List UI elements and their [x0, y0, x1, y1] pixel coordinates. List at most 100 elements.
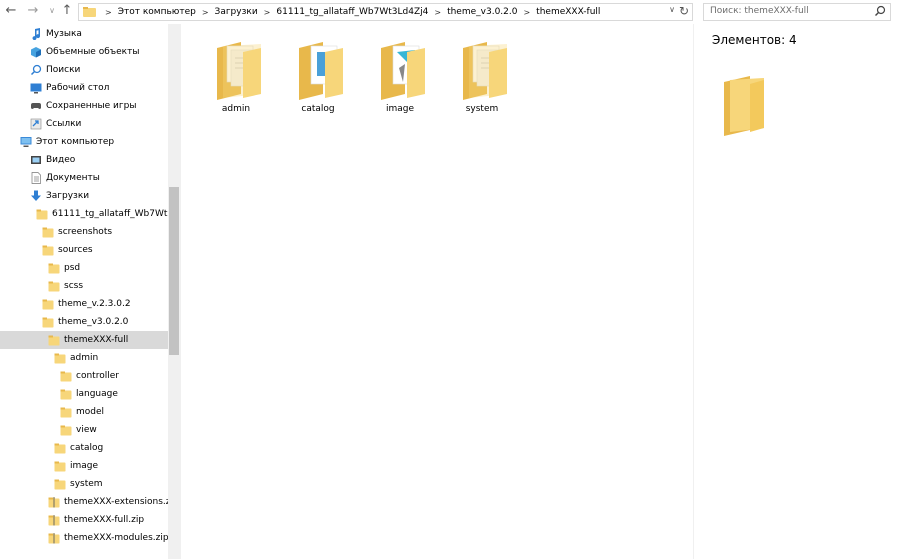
- sidebar-item-catalog[interactable]: catalog: [0, 439, 168, 457]
- breadcrumb-separator[interactable]: >: [105, 8, 112, 17]
- sidebar-item-image[interactable]: image: [0, 457, 168, 475]
- sidebar-item-музыка[interactable]: Музыка: [0, 25, 168, 43]
- folder-icon: [48, 262, 60, 274]
- breadcrumb-theme[interactable]: theme_v3.0.2.0: [447, 7, 517, 17]
- sidebar-item-видео[interactable]: Видео: [0, 151, 168, 169]
- sidebar-item-label: Музыка: [46, 29, 82, 39]
- arrow-right-icon: →: [27, 3, 39, 18]
- sidebar-item-label: Сохраненные игры: [46, 101, 137, 111]
- details-pane: Элементов: 4: [693, 24, 900, 559]
- sidebar-item-screenshots[interactable]: screenshots: [0, 223, 168, 241]
- folder-icon: [42, 244, 54, 256]
- sidebar-item-label: theme_v.2.3.0.2: [58, 299, 131, 309]
- breadcrumb-project[interactable]: 61111_tg_allataff_Wb7Wt3Ld4Zj4: [276, 7, 428, 17]
- sidebar-item-label: Рабочий стол: [46, 83, 110, 93]
- breadcrumb-separator[interactable]: >: [523, 8, 530, 17]
- sidebar-item-sources[interactable]: sources: [0, 241, 168, 259]
- breadcrumb-separator[interactable]: >: [264, 8, 271, 17]
- sidebar-item-ссылки[interactable]: Ссылки: [0, 115, 168, 133]
- breadcrumb-this-pc[interactable]: Этот компьютер: [118, 7, 196, 17]
- folder-icon: [463, 42, 507, 100]
- sidebar-item-61111-tg-allataff-wb7wt3ld4[interactable]: 61111_tg_allataff_Wb7Wt3Ld4: [0, 205, 168, 223]
- folder-icon: [60, 388, 72, 400]
- sidebar-item-theme-v3-0-2-0[interactable]: theme_v3.0.2.0: [0, 313, 168, 331]
- folder-tile-label: admin: [221, 104, 251, 114]
- folder-tile-image[interactable]: image: [365, 36, 435, 122]
- folder-tile-label: system: [465, 104, 499, 114]
- sidebar-item-рабочий-стол[interactable]: Рабочий стол: [0, 79, 168, 97]
- folder-icon: [48, 334, 60, 346]
- breadcrumb-separator[interactable]: >: [202, 8, 209, 17]
- address-bar[interactable]: > Этот компьютер > Загрузки > 61111_tg_a…: [78, 3, 693, 21]
- music-icon: [30, 28, 42, 41]
- sidebar-item-label: themeXXX-full: [64, 335, 129, 345]
- folder-icon: [60, 424, 72, 436]
- breadcrumb-current[interactable]: themeXXX-full: [536, 7, 600, 17]
- sidebar-item-controller[interactable]: controller: [0, 367, 168, 385]
- address-dropdown-icon[interactable]: ∨: [669, 5, 675, 14]
- breadcrumb-downloads[interactable]: Загрузки: [215, 7, 258, 17]
- folder-icon: [54, 442, 66, 454]
- search-box[interactable]: Поиск: themeXXX-full: [703, 3, 891, 21]
- folder-icon: [60, 406, 72, 418]
- documents-icon: [30, 172, 42, 184]
- sidebar-item-сохраненные-игры[interactable]: Сохраненные игры: [0, 97, 168, 115]
- sidebar-item-themexxx-full[interactable]: themeXXX-full: [0, 331, 168, 349]
- sidebar-item-label: themeXXX-full.zip: [64, 515, 145, 525]
- folder-tile-label: catalog: [301, 104, 335, 114]
- recent-locations-button[interactable]: ∨: [45, 3, 59, 19]
- sidebar-item-system[interactable]: system: [0, 475, 168, 493]
- scrollbar-thumb[interactable]: [169, 187, 179, 355]
- sidebar-item-поиски[interactable]: Поиски: [0, 61, 168, 79]
- sidebar-item-label: screenshots: [58, 227, 113, 237]
- sidebar-item-model[interactable]: model: [0, 403, 168, 421]
- search-icon[interactable]: [874, 5, 886, 17]
- folder-icon: [48, 280, 60, 292]
- sidebar-item-label: Объемные объекты: [46, 47, 140, 57]
- 3d-objects-icon: [30, 46, 42, 58]
- refresh-icon[interactable]: ↻: [679, 4, 689, 18]
- sidebar-item-label: admin: [70, 353, 99, 363]
- folder-icon: [217, 42, 261, 100]
- folder-icon: [83, 7, 96, 17]
- sidebar-item-themexxx-extensions-zip[interactable]: themeXXX-extensions.zip: [0, 493, 168, 511]
- folder-tile-catalog[interactable]: catalog: [283, 36, 353, 122]
- search-input[interactable]: Поиск: themeXXX-full: [710, 6, 809, 16]
- breadcrumb-separator[interactable]: >: [434, 8, 441, 17]
- sidebar-item-scss[interactable]: scss: [0, 277, 168, 295]
- downloads-icon: [30, 190, 42, 202]
- sidebar-item-view[interactable]: view: [0, 421, 168, 439]
- sidebar-item-themexxx-modules-zip[interactable]: themeXXX-modules.zip: [0, 529, 168, 547]
- sidebar-item-label: image: [70, 461, 99, 471]
- sidebar-item-этот-компьютер[interactable]: Этот компьютер: [0, 133, 168, 151]
- sidebar-item-label: themeXXX-extensions.zip: [64, 497, 168, 507]
- sidebar-item-label: psd: [64, 263, 81, 273]
- zip-icon: [48, 496, 60, 508]
- folder-tile-admin[interactable]: admin: [201, 36, 271, 122]
- sidebar-item-language[interactable]: language: [0, 385, 168, 403]
- folder-icon: [42, 298, 54, 310]
- up-button[interactable]: ↑: [60, 3, 74, 19]
- sidebar-item-label: scss: [64, 281, 84, 291]
- sidebar-item-объемные-объекты[interactable]: Объемные объекты: [0, 43, 168, 61]
- sidebar-item-загрузки[interactable]: Загрузки: [0, 187, 168, 205]
- folder-tile-system[interactable]: system: [447, 36, 517, 122]
- sidebar-item-label: Видео: [46, 155, 76, 165]
- desktop-icon: [30, 82, 42, 94]
- sidebar-item-themexxx-full-zip[interactable]: themeXXX-full.zip: [0, 511, 168, 529]
- navigation-pane: Музыка Объемные объекты Поиски Рабочий стол…: [0, 24, 180, 559]
- back-button[interactable]: ←: [4, 3, 18, 19]
- sidebar-item-label: catalog: [70, 443, 104, 453]
- sidebar-scrollbar[interactable]: [168, 24, 180, 559]
- sidebar-item-label: Загрузки: [46, 191, 90, 201]
- sidebar-item-label: sources: [58, 245, 93, 255]
- forward-button[interactable]: →: [26, 3, 40, 19]
- sidebar-item-admin[interactable]: admin: [0, 349, 168, 367]
- chevron-down-icon: ∨: [49, 6, 55, 15]
- sidebar-item-psd[interactable]: psd: [0, 259, 168, 277]
- folder-icon: [381, 42, 425, 100]
- sidebar-item-theme-v-2-3-0-2[interactable]: theme_v.2.3.0.2: [0, 295, 168, 313]
- sidebar-item-label: Документы: [46, 173, 100, 183]
- sidebar-item-документы[interactable]: Документы: [0, 169, 168, 187]
- arrow-left-icon: ←: [5, 3, 17, 18]
